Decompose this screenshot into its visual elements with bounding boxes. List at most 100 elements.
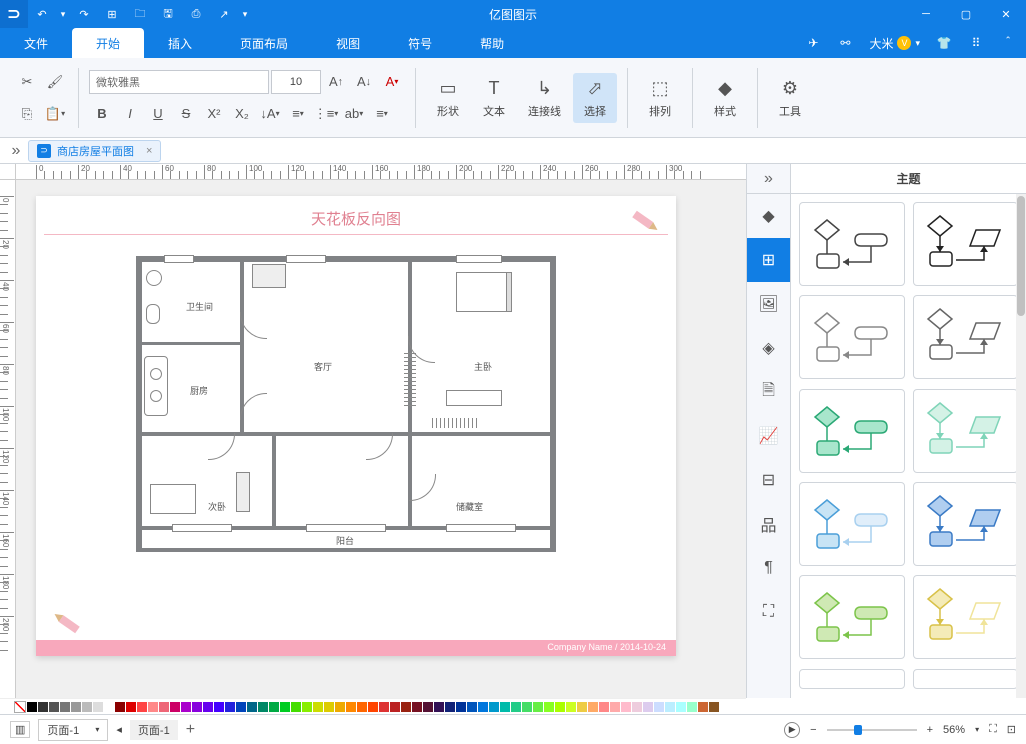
theme-scrollbar[interactable] [1016, 194, 1026, 698]
tab-symbol[interactable]: 符号 [384, 28, 456, 58]
export-button[interactable]: ↗ [210, 0, 238, 28]
cut-button[interactable]: ✂ [14, 69, 40, 95]
undo-button[interactable]: ↶ [28, 0, 56, 28]
grid-icon[interactable]: ⊟ [747, 458, 790, 502]
color-swatch[interactable] [555, 702, 565, 712]
tab-layout[interactable]: 页面布局 [216, 28, 312, 58]
paragraph-icon[interactable]: ¶ [747, 546, 790, 590]
redo-button[interactable]: ↷ [70, 0, 98, 28]
tab-view[interactable]: 视图 [312, 28, 384, 58]
apps-icon[interactable]: ⠿ [964, 31, 988, 55]
color-swatch[interactable] [148, 702, 158, 712]
color-swatch[interactable] [676, 702, 686, 712]
color-swatch[interactable] [379, 702, 389, 712]
collapse-side-panel-button[interactable]: » [747, 164, 790, 194]
align-button[interactable]: ≡ ▾ [369, 101, 395, 127]
color-swatch[interactable] [368, 702, 378, 712]
copy-button[interactable]: ⎘ [14, 101, 40, 127]
color-swatch[interactable] [445, 702, 455, 712]
tab-file[interactable]: 文件 [0, 28, 72, 58]
theme-item[interactable] [913, 295, 1019, 379]
image-icon[interactable]: 🖼 [747, 282, 790, 326]
document-tab[interactable]: ⊃ 商店房屋平面图 × [28, 140, 161, 162]
color-swatch[interactable] [324, 702, 334, 712]
color-swatch[interactable] [27, 702, 37, 712]
color-swatch[interactable] [489, 702, 499, 712]
fullscreen-icon[interactable]: ⛶ [747, 590, 790, 634]
color-swatch[interactable] [643, 702, 653, 712]
minimize-button[interactable]: ─ [906, 0, 946, 28]
color-swatch[interactable] [170, 702, 180, 712]
theme-item[interactable] [913, 575, 1019, 659]
color-swatch[interactable] [621, 702, 631, 712]
color-swatch[interactable] [698, 702, 708, 712]
color-swatch[interactable] [522, 702, 532, 712]
expand-left-panel-button[interactable]: » [4, 142, 28, 160]
color-swatch[interactable] [566, 702, 576, 712]
color-swatch[interactable] [49, 702, 59, 712]
italic-button[interactable]: I [117, 101, 143, 127]
format-painter-button[interactable]: 🖌 [42, 69, 68, 95]
fit-width-button[interactable]: ⊡ [1007, 723, 1016, 736]
color-swatch[interactable] [203, 702, 213, 712]
color-swatch[interactable] [115, 702, 125, 712]
tshirt-icon[interactable]: 👕 [932, 31, 956, 55]
color-swatch[interactable] [126, 702, 136, 712]
flow-icon[interactable]: 品 [747, 502, 790, 546]
font-family-select[interactable] [89, 70, 269, 94]
shape-button[interactable]: ▭形状 [426, 73, 470, 123]
color-swatch[interactable] [236, 702, 246, 712]
color-swatch[interactable] [346, 702, 356, 712]
bold-button[interactable]: B [89, 101, 115, 127]
canvas[interactable]: 天花板反向图 Company Name / 2014-10-24 [16, 180, 746, 698]
user-menu[interactable]: 大米 V ▾ [865, 35, 924, 52]
tab-insert[interactable]: 插入 [144, 28, 216, 58]
theme-item[interactable] [913, 669, 1019, 689]
color-swatch[interactable] [500, 702, 510, 712]
text-button[interactable]: T文本 [472, 73, 516, 123]
theme-item[interactable] [799, 202, 905, 286]
paste-button[interactable]: 📋 ▾ [42, 101, 68, 127]
color-swatch[interactable] [225, 702, 235, 712]
color-swatch[interactable] [478, 702, 488, 712]
color-swatch[interactable] [280, 702, 290, 712]
color-swatch[interactable] [401, 702, 411, 712]
color-swatch[interactable] [335, 702, 345, 712]
color-swatch[interactable] [71, 702, 81, 712]
theme-item[interactable] [799, 482, 905, 566]
color-swatch[interactable] [93, 702, 103, 712]
color-swatch[interactable] [60, 702, 70, 712]
connector-button[interactable]: ↳连接线 [518, 73, 571, 123]
color-swatch[interactable] [38, 702, 48, 712]
theme-item[interactable] [913, 482, 1019, 566]
color-swatch[interactable] [104, 702, 114, 712]
theme-item[interactable] [799, 295, 905, 379]
color-swatch[interactable] [588, 702, 598, 712]
select-button[interactable]: ⬀选择 [573, 73, 617, 123]
print-button[interactable]: ⎙ [182, 0, 210, 28]
add-page-button[interactable]: + [186, 721, 195, 739]
bullet-list-button[interactable]: ⋮≡ ▾ [313, 101, 339, 127]
color-swatch[interactable] [357, 702, 367, 712]
text-direction-button[interactable]: ↓A ▾ [257, 101, 283, 127]
page-list-icon[interactable]: ▥ [10, 721, 30, 738]
zoom-out-button[interactable]: − [810, 724, 816, 736]
theme-item[interactable] [913, 389, 1019, 473]
layers-icon[interactable]: ◈ [747, 326, 790, 370]
style-button[interactable]: ◆样式 [703, 73, 747, 123]
page[interactable]: 天花板反向图 Company Name / 2014-10-24 [36, 196, 676, 656]
font-color-button[interactable]: A▾ [379, 69, 405, 95]
close-button[interactable]: ✕ [986, 0, 1026, 28]
subscript-button[interactable]: X₂ [229, 101, 255, 127]
theme-item[interactable] [799, 389, 905, 473]
undo-dropdown[interactable]: ▾ [56, 0, 70, 28]
send-icon[interactable]: ✈ [801, 31, 825, 55]
color-swatch[interactable] [313, 702, 323, 712]
collapse-ribbon-icon[interactable]: ＾ [996, 31, 1020, 55]
zoom-in-button[interactable]: + [927, 724, 933, 736]
color-swatch[interactable] [181, 702, 191, 712]
fit-page-button[interactable]: ⛶ [989, 723, 997, 736]
theme-icon[interactable]: ⊞ [747, 238, 790, 282]
zoom-slider[interactable] [827, 729, 917, 731]
color-swatch[interactable] [269, 702, 279, 712]
